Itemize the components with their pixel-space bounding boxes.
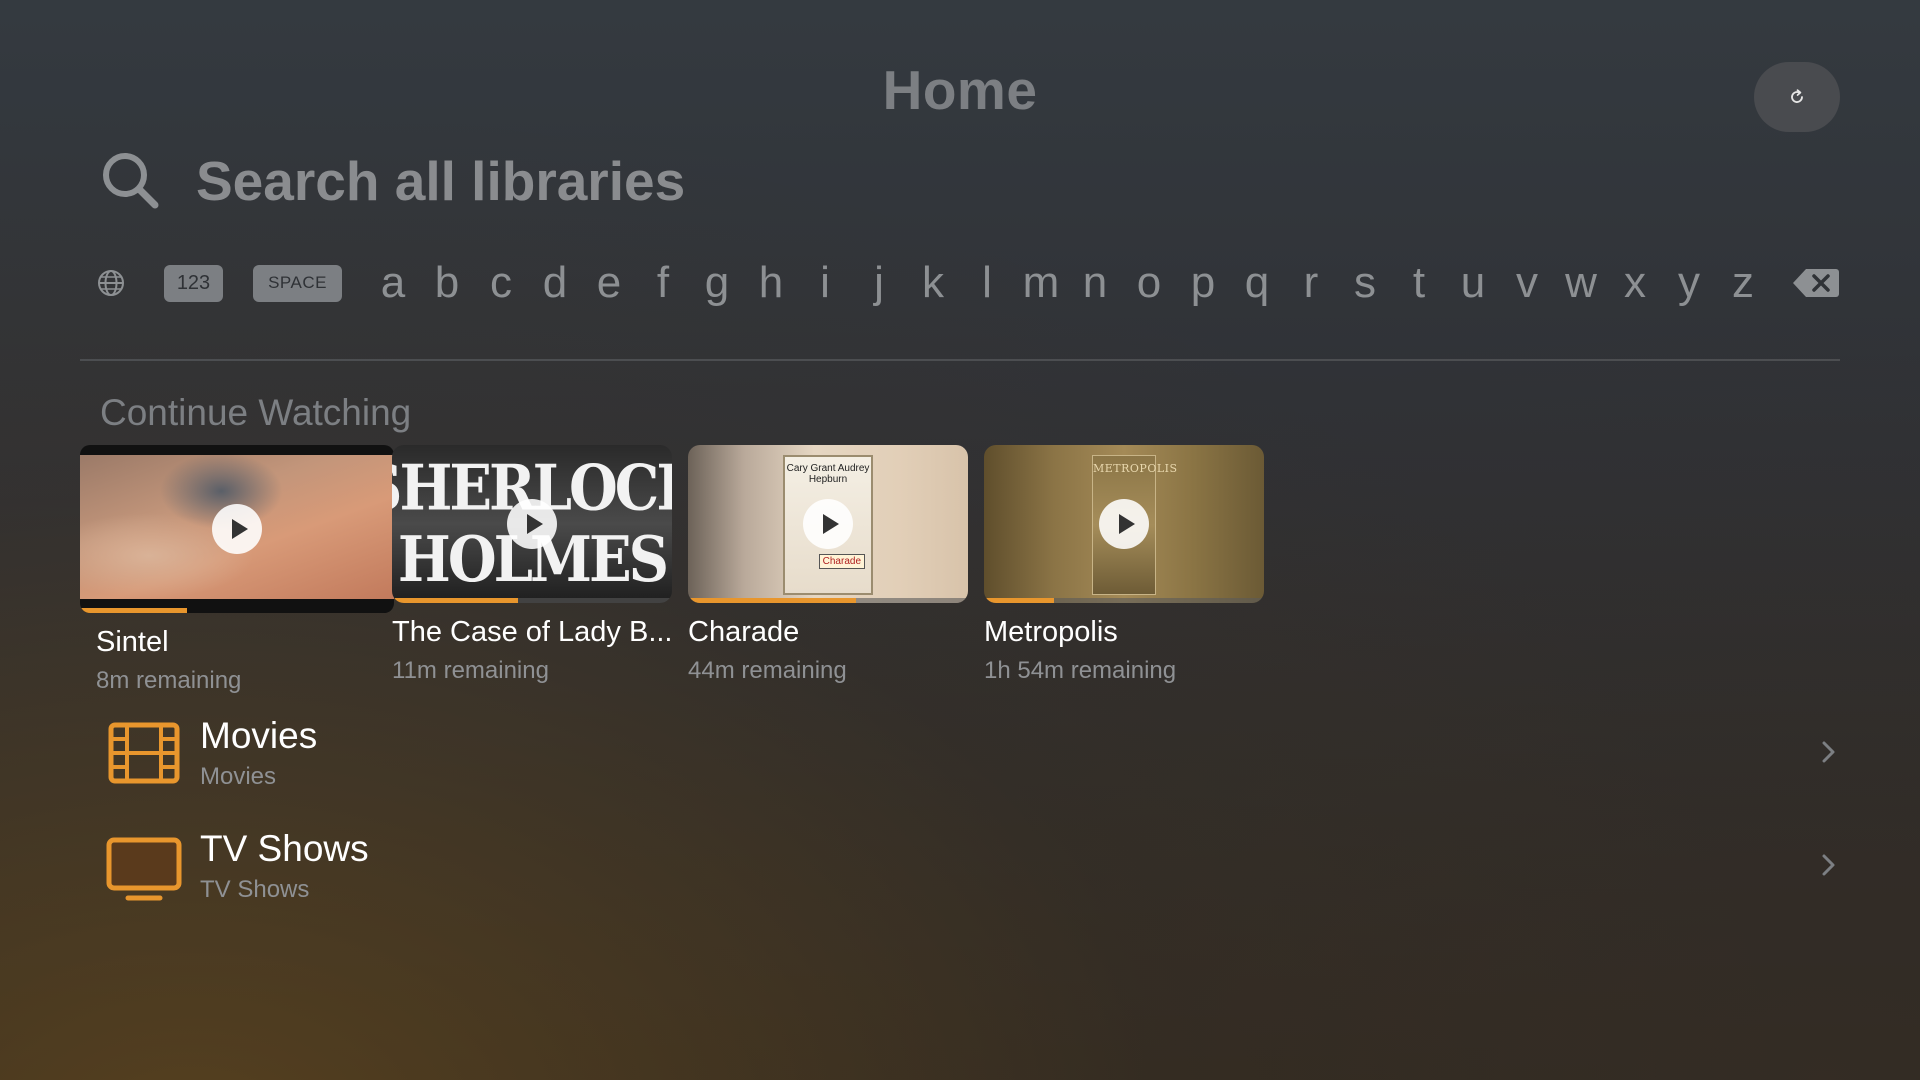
key-j[interactable]: j: [852, 255, 906, 311]
search-input[interactable]: [196, 149, 1096, 213]
progress-bar: [984, 598, 1264, 603]
key-y[interactable]: y: [1662, 255, 1716, 311]
letter-keys: a b c d e f g h i j k l m n o p q r s t …: [366, 255, 1770, 311]
key-w[interactable]: w: [1554, 255, 1608, 311]
key-q[interactable]: q: [1230, 255, 1284, 311]
key-d[interactable]: d: [528, 255, 582, 311]
card-title: Metropolis: [984, 616, 1118, 648]
library-title: TV Shows: [200, 828, 369, 869]
key-v[interactable]: v: [1500, 255, 1554, 311]
key-t[interactable]: t: [1392, 255, 1446, 311]
card-title: The Case of Lady B...: [392, 616, 673, 648]
key-c[interactable]: c: [474, 255, 528, 311]
key-p[interactable]: p: [1176, 255, 1230, 311]
key-k[interactable]: k: [906, 255, 960, 311]
space-key[interactable]: SPACE: [253, 264, 342, 302]
chevron-right-icon: [1822, 854, 1835, 876]
thumbnail: [80, 445, 394, 613]
key-s[interactable]: s: [1338, 255, 1392, 311]
progress-fill: [688, 598, 856, 603]
key-z[interactable]: z: [1716, 255, 1770, 311]
progress-fill: [80, 608, 187, 613]
continue-watching-card-sherlock[interactable]: SHERLOCK HOLMES The Case of Lady B... 11…: [392, 445, 672, 685]
card-title: Sintel: [96, 626, 169, 658]
card-remaining: 44m remaining: [688, 657, 847, 684]
library-subtitle: Movies: [200, 763, 277, 790]
key-a[interactable]: a: [366, 255, 420, 311]
poster-credits: Cary Grant Audrey Hepburn: [786, 463, 870, 485]
progress-bar: [392, 598, 672, 603]
thumbnail: Cary Grant Audrey Hepburn Charade: [688, 445, 968, 603]
progress-fill: [984, 598, 1054, 603]
globe-icon[interactable]: [94, 266, 128, 300]
continue-watching-card-charade[interactable]: Cary Grant Audrey Hepburn Charade Charad…: [688, 445, 968, 685]
continue-watching-card-metropolis[interactable]: METROPOLIS Metropolis 1h 54m remaining: [984, 445, 1264, 685]
divider: [80, 359, 1840, 361]
backspace-icon[interactable]: [1792, 263, 1840, 303]
refresh-icon: [1791, 89, 1803, 103]
continue-watching-title: Continue Watching: [100, 392, 412, 433]
card-title: Charade: [688, 616, 800, 648]
play-icon: [507, 499, 557, 549]
library-subtitle: TV Shows: [200, 876, 310, 903]
library-row-movies[interactable]: Movies Movies: [100, 715, 1840, 805]
key-r[interactable]: r: [1284, 255, 1338, 311]
key-n[interactable]: n: [1068, 255, 1122, 311]
progress-fill: [392, 598, 518, 603]
continue-watching-card-sintel[interactable]: Sintel 8m remaining: [80, 445, 394, 695]
play-icon: [1099, 499, 1149, 549]
key-u[interactable]: u: [1446, 255, 1500, 311]
card-remaining: 11m remaining: [392, 657, 549, 684]
film-icon: [108, 722, 180, 784]
progress-bar: [688, 598, 968, 603]
numbers-key[interactable]: 123: [164, 264, 223, 302]
search-icon: [103, 153, 159, 209]
poster-title: Charade: [818, 554, 865, 569]
page-title: Home: [882, 59, 1038, 121]
thumbnail: SHERLOCK HOLMES: [392, 445, 672, 603]
refresh-button[interactable]: [1754, 62, 1840, 132]
key-i[interactable]: i: [798, 255, 852, 311]
chevron-right-icon: [1822, 741, 1835, 763]
key-f[interactable]: f: [636, 255, 690, 311]
key-x[interactable]: x: [1608, 255, 1662, 311]
search-bar[interactable]: [100, 148, 1096, 214]
key-e[interactable]: e: [582, 255, 636, 311]
play-icon: [803, 499, 853, 549]
key-m[interactable]: m: [1014, 255, 1068, 311]
thumbnail: METROPOLIS: [984, 445, 1264, 603]
key-l[interactable]: l: [960, 255, 1014, 311]
progress-bar: [80, 608, 394, 613]
tv-icon: [106, 837, 182, 901]
on-screen-keyboard: 123 SPACE a b c d e f g h i j k l m n o …: [92, 255, 1842, 311]
library-row-tv-shows[interactable]: TV Shows TV Shows: [100, 828, 1840, 918]
key-h[interactable]: h: [744, 255, 798, 311]
key-g[interactable]: g: [690, 255, 744, 311]
poster-title: METROPOLIS: [1093, 462, 1178, 475]
key-b[interactable]: b: [420, 255, 474, 311]
key-o[interactable]: o: [1122, 255, 1176, 311]
card-remaining: 1h 54m remaining: [984, 657, 1177, 684]
card-remaining: 8m remaining: [96, 667, 242, 694]
play-icon: [212, 504, 262, 554]
library-title: Movies: [200, 715, 318, 756]
